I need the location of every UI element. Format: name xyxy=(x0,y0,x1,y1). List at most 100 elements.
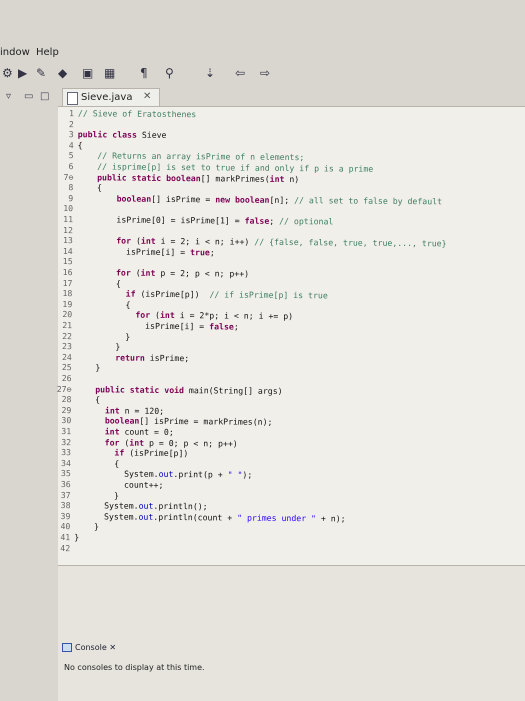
line-number: 39 xyxy=(54,511,70,521)
maximize-icon[interactable]: □ xyxy=(40,91,49,102)
line-number: 20 xyxy=(56,309,72,319)
forward-icon[interactable]: ⇨ xyxy=(260,66,270,80)
code-text[interactable]: for (int p = 2; p < n; p++) xyxy=(77,267,250,279)
line-number: 10 xyxy=(57,203,73,213)
code-text[interactable]: System.out.print(p + " "); xyxy=(75,469,253,481)
code-text[interactable]: public static boolean[] markPrimes(int n… xyxy=(77,172,299,184)
pilcrow-icon[interactable]: ¶ xyxy=(140,66,148,80)
console-message: No consoles to display at this time. xyxy=(64,663,205,672)
code-text[interactable]: isPrime[i] = true; xyxy=(77,246,215,257)
code-text[interactable]: { xyxy=(76,299,130,309)
line-number: 14 xyxy=(57,246,73,256)
line-number: 7⊖ xyxy=(57,172,73,182)
code-text[interactable]: return isPrime; xyxy=(76,352,189,363)
line-number: 12 xyxy=(57,225,73,235)
line-number: 30 xyxy=(55,415,71,425)
line-number: 22 xyxy=(56,331,72,341)
code-text[interactable]: } xyxy=(75,490,119,500)
line-number: 27⊖ xyxy=(56,384,72,394)
line-number: 24 xyxy=(56,352,72,362)
console-panel xyxy=(58,565,525,701)
next-annotation-icon[interactable]: ⇣ xyxy=(205,66,215,80)
code-text[interactable]: { xyxy=(77,182,102,192)
code-text[interactable]: for (int p = 0; p < n; p++) xyxy=(75,437,238,448)
line-number: 3 xyxy=(58,129,74,139)
line-number: 16 xyxy=(57,267,73,277)
line-number: 28 xyxy=(55,394,71,404)
code-text[interactable]: } xyxy=(76,341,120,351)
view-menu-icon[interactable]: ▿ xyxy=(6,91,11,102)
code-text[interactable]: count++; xyxy=(75,479,164,490)
line-number: 33 xyxy=(55,447,71,457)
code-content[interactable]: 1 // Sieve of Eratosthenes 23 public class … xyxy=(54,108,518,562)
minimize-icon[interactable]: ▭ xyxy=(24,91,33,102)
debug-icon[interactable]: ⚙ xyxy=(2,66,13,80)
line-number: 25 xyxy=(56,362,72,372)
code-text[interactable]: boolean[] isPrime = new boolean[n]; // a… xyxy=(77,193,442,206)
code-text[interactable]: // Sieve of Eratosthenes xyxy=(78,108,196,119)
line-number: 6 xyxy=(57,161,73,171)
code-text[interactable]: isPrime[0] = isPrime[1] = false; // opti… xyxy=(77,214,333,226)
back-icon[interactable]: ⇦ xyxy=(235,66,245,80)
code-text[interactable]: public class Sieve xyxy=(78,129,167,140)
code-text[interactable]: int count = 0; xyxy=(75,426,174,437)
run-icon[interactable]: ▶ xyxy=(18,66,27,80)
code-text[interactable]: { xyxy=(75,458,119,468)
line-number: 9 xyxy=(57,193,73,203)
code-text[interactable]: System.out.println(count + " primes unde… xyxy=(74,511,345,523)
line-number: 17 xyxy=(56,278,72,288)
code-text[interactable]: if (isPrime[p]) xyxy=(75,447,188,458)
line-number: 38 xyxy=(54,500,70,510)
code-text[interactable]: isPrime[i] = false; xyxy=(76,320,239,331)
code-text[interactable]: } xyxy=(76,331,130,341)
editor-tab[interactable]: Sieve.java ✕ xyxy=(62,88,160,107)
line-number: 21 xyxy=(56,320,72,330)
line-number: 36 xyxy=(55,479,71,489)
line-number: 4 xyxy=(58,140,74,150)
line-number: 1 xyxy=(58,108,74,118)
code-text[interactable]: { xyxy=(75,394,100,404)
line-number: 29 xyxy=(55,405,71,415)
line-number: 13 xyxy=(57,235,73,245)
line-number: 26 xyxy=(56,373,72,383)
menu-bar: indow Help xyxy=(0,44,525,62)
line-number: 40 xyxy=(54,521,70,531)
line-number: 34 xyxy=(55,458,71,468)
code-text[interactable]: int n = 120; xyxy=(75,405,164,416)
line-number: 11 xyxy=(57,214,73,224)
code-text[interactable]: System.out.println(); xyxy=(74,500,207,511)
line-number: 32 xyxy=(55,437,71,447)
tab-label: Sieve.java xyxy=(81,92,132,103)
line-number: 15 xyxy=(57,256,73,266)
code-text[interactable]: public static void main(String[] args) xyxy=(76,384,283,396)
line-number: 42 xyxy=(54,543,70,553)
toolbar: ⚙ ▶ ✎ ◆ ▣ ▦ ¶ ⚲ ⇣ ⇦ ⇨ xyxy=(0,64,525,86)
line-number: 37 xyxy=(55,490,71,500)
line-number: 19 xyxy=(56,299,72,309)
view-controls: ▿ ▭ □ xyxy=(0,90,60,106)
console-icon xyxy=(62,643,72,652)
code-text[interactable]: } xyxy=(74,522,99,532)
line-number: 8 xyxy=(57,182,73,192)
line-number: 31 xyxy=(55,426,71,436)
code-text[interactable]: } xyxy=(74,532,79,542)
console-tab-label: Console xyxy=(75,643,107,652)
bookmark-icon[interactable]: ▣ xyxy=(82,66,93,80)
new-icon[interactable]: ✎ xyxy=(36,66,46,80)
code-text[interactable]: } xyxy=(76,363,101,373)
console-tab[interactable]: Console ✕ xyxy=(62,643,116,652)
java-file-icon xyxy=(67,92,78,105)
close-icon[interactable]: ✕ xyxy=(109,643,116,652)
annotation-icon[interactable]: ▦ xyxy=(104,66,115,80)
search-icon[interactable]: ⚲ xyxy=(165,66,174,80)
menu-help[interactable]: Help xyxy=(36,47,59,58)
line-number: 41 xyxy=(54,532,70,542)
code-text[interactable]: { xyxy=(78,140,83,150)
line-number: 35 xyxy=(55,468,71,478)
pin-icon[interactable]: ◆ xyxy=(58,66,67,80)
menu-window[interactable]: indow xyxy=(0,47,30,58)
line-number: 18 xyxy=(56,288,72,298)
line-number: 23 xyxy=(56,341,72,351)
close-icon[interactable]: ✕ xyxy=(143,91,151,102)
code-text[interactable]: { xyxy=(76,278,120,288)
